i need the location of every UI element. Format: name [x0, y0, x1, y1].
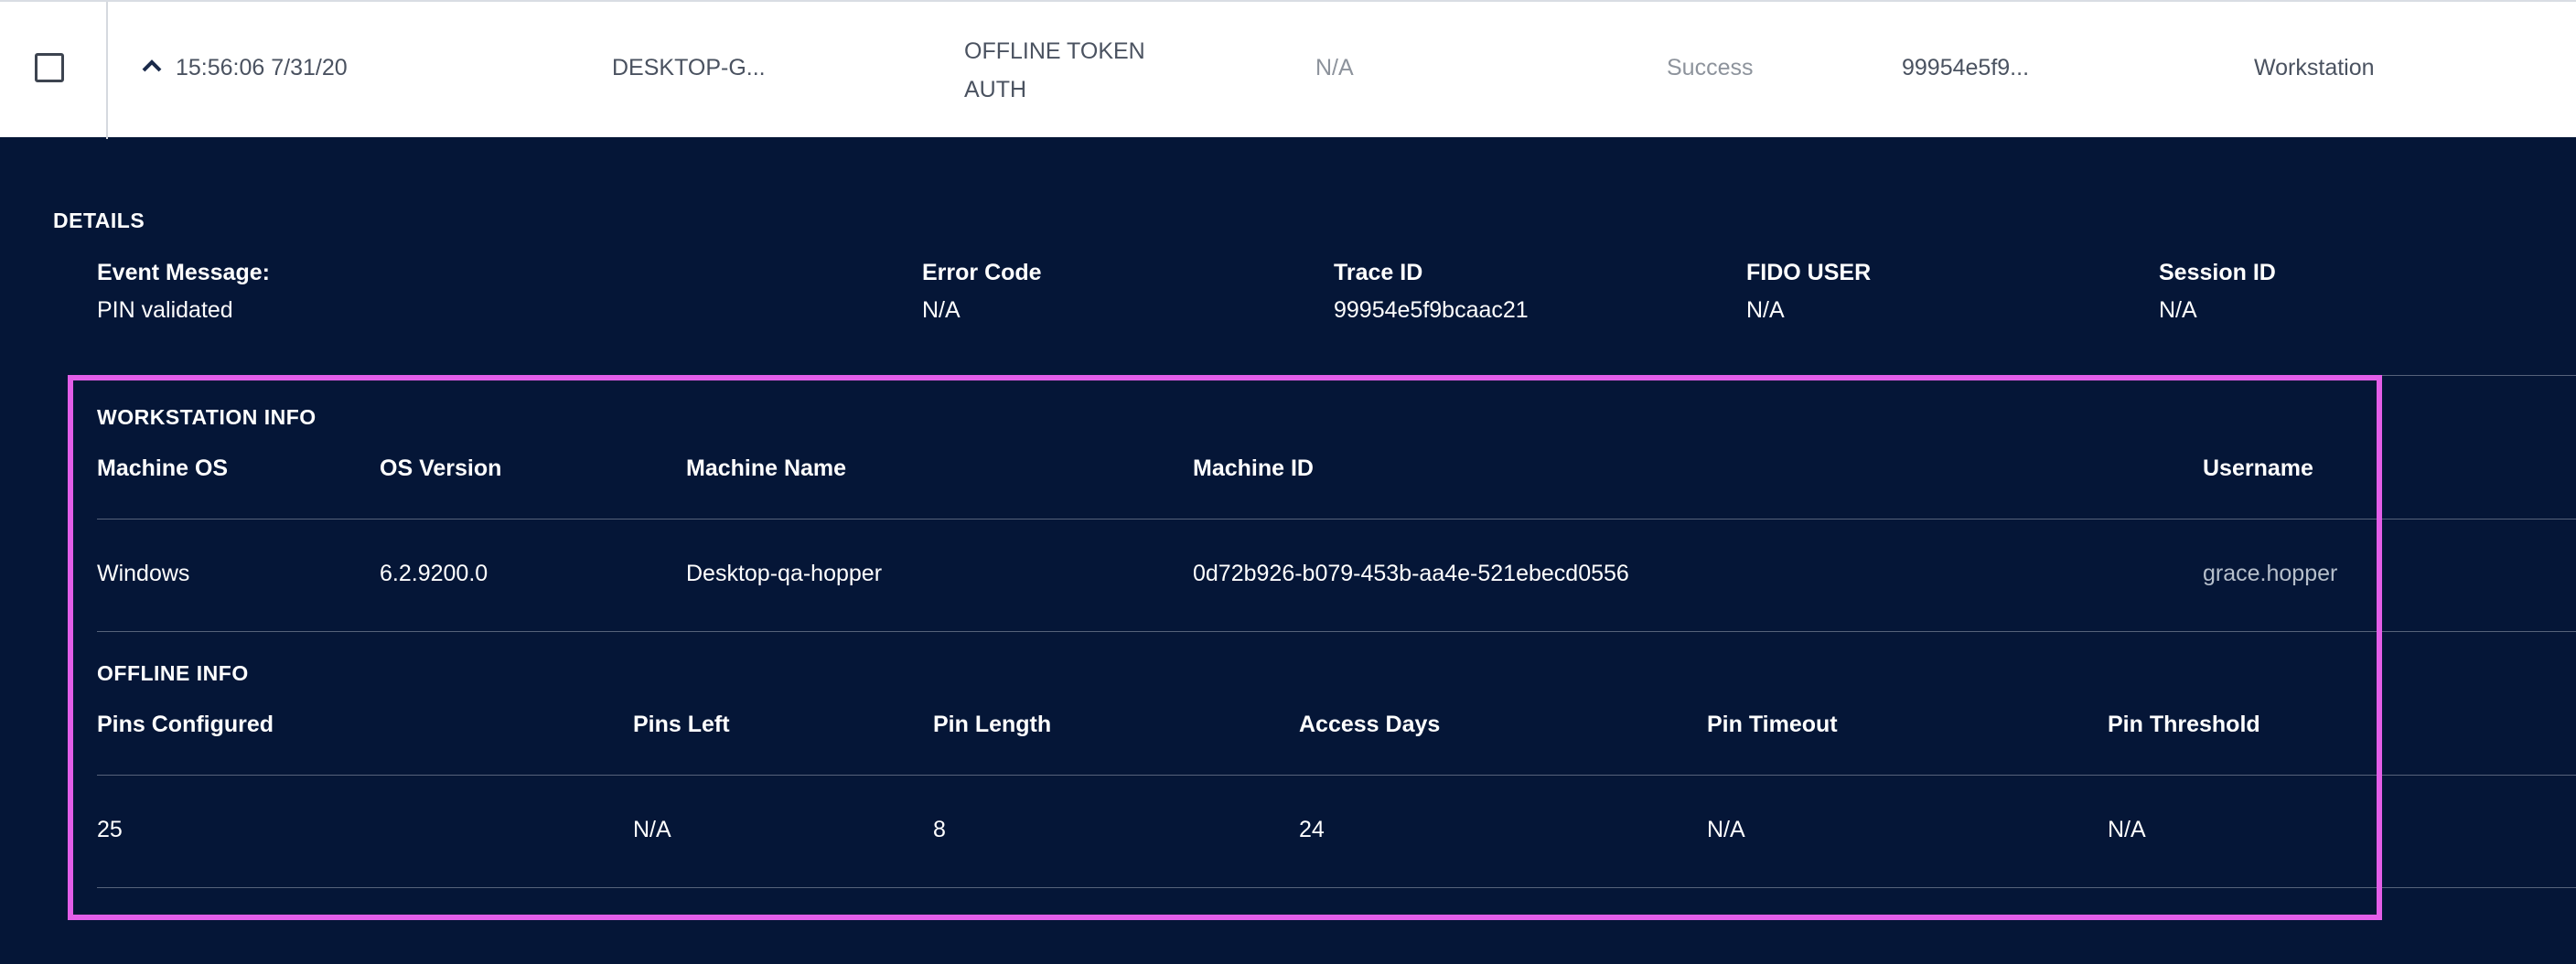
details-divider	[2377, 375, 2576, 376]
log-row[interactable]: 15:56:06 7/31/20 DESKTOP-G... OFFLINE TO…	[0, 0, 2576, 139]
row-machine: DESKTOP-G...	[612, 55, 766, 80]
error-code-value: N/A	[922, 297, 961, 323]
trace-id-label: Trace ID	[1334, 260, 1423, 285]
row-source: Workstation	[2254, 55, 2375, 80]
row-event-type: OFFLINE TOKEN AUTH	[964, 32, 1145, 109]
row-event-line1: OFFLINE TOKEN	[964, 38, 1145, 64]
chevron-up-icon[interactable]	[142, 59, 162, 72]
trace-id-value: 99954e5f9bcaac21	[1334, 297, 1529, 323]
event-message-label: Event Message:	[97, 260, 270, 285]
session-id-value: N/A	[2159, 297, 2197, 323]
row-select-checkbox[interactable]	[35, 53, 64, 82]
row-trace: 99954e5f9...	[1902, 55, 2030, 80]
session-id-label: Session ID	[2159, 260, 2276, 285]
highlight-box	[68, 375, 2382, 920]
row-divider	[106, 2, 108, 139]
row-user: N/A	[1315, 55, 1354, 80]
fido-user-label: FIDO USER	[1746, 260, 1872, 285]
row-time: 15:56:06 7/31/20	[176, 55, 348, 80]
error-code-label: Error Code	[922, 260, 1042, 285]
event-message-value: PIN validated	[97, 297, 233, 323]
row-status: Success	[1667, 55, 1754, 80]
row-event-line2: AUTH	[964, 77, 1027, 102]
fido-user-value: N/A	[1746, 297, 1785, 323]
details-title: DETAILS	[53, 209, 145, 232]
